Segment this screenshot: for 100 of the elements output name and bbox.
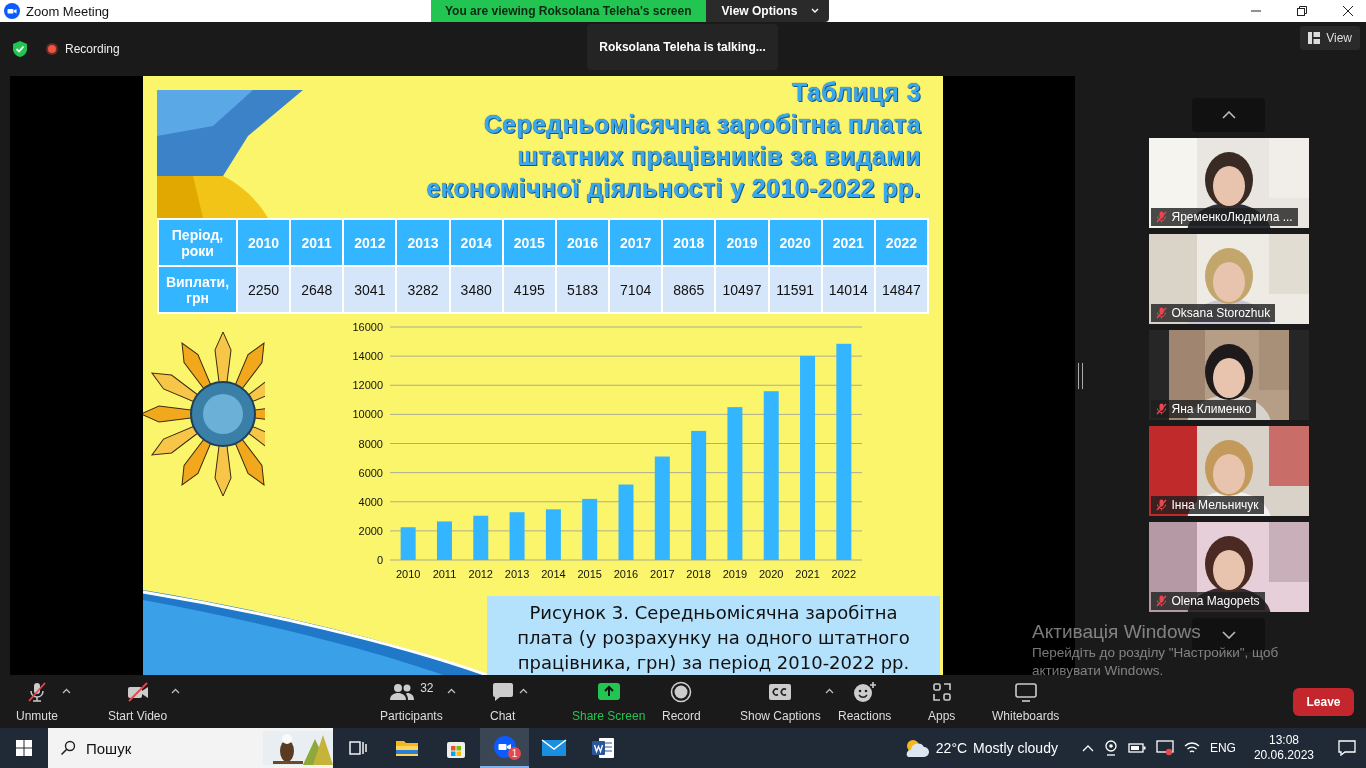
reactions-button[interactable]: Reactions — [838, 680, 892, 723]
notification-badge: 1 — [508, 747, 521, 760]
whiteboard-icon — [1013, 682, 1038, 702]
captions-button[interactable]: Show Captions — [740, 680, 821, 723]
table-header-cell: 2018 — [663, 220, 715, 265]
word-icon — [590, 737, 615, 759]
resize-handle[interactable] — [1077, 362, 1083, 389]
table-header-cell: Виплати, грн — [159, 267, 236, 312]
participant-name: ЯременкоЛюдмила ... — [1171, 210, 1293, 224]
task-view-icon — [348, 739, 367, 757]
table-cell: 2648 — [291, 267, 343, 312]
language-indicator[interactable]: ENG — [1209, 741, 1236, 755]
caret-icon[interactable] — [62, 688, 72, 694]
share-button[interactable]: Share Screen — [572, 680, 646, 723]
restore-icon[interactable] — [1296, 5, 1308, 17]
x-tick-label: 2015 — [577, 568, 602, 580]
x-tick-label: 2013 — [504, 568, 530, 580]
x-tick-label: 2021 — [795, 568, 820, 580]
whiteboards-button[interactable]: Whiteboards — [992, 680, 1060, 723]
search-field[interactable]: Пошук — [48, 728, 333, 768]
participant-name: Інна Мельничук — [1171, 498, 1259, 512]
x-tick-label: 2012 — [468, 568, 493, 580]
notifications-icon[interactable] — [1338, 740, 1356, 756]
table-cell: 7104 — [610, 267, 662, 312]
caret-icon[interactable] — [824, 688, 834, 694]
record-button[interactable]: Record — [662, 680, 701, 723]
zoom-logo-icon — [4, 3, 20, 19]
video-tile[interactable]: Olena Magopets — [1148, 522, 1309, 612]
table-header-cell: 2017 — [610, 220, 662, 265]
recording-label[interactable]: Recording — [65, 42, 120, 56]
cc-icon — [769, 684, 792, 700]
video-tile[interactable]: ЯременкоЛюдмила ... — [1148, 138, 1309, 228]
caret-icon[interactable] — [171, 688, 181, 694]
activation-text: Перейдіть до розділу "Настройки", щоб активувати Windows. — [1032, 644, 1280, 680]
chart-bar — [473, 515, 489, 560]
leave-button[interactable]: Leave — [1293, 687, 1354, 716]
video-tile[interactable]: Oksana Storozhuk — [1148, 234, 1309, 324]
chat-bubble-icon — [491, 682, 514, 702]
weather-temperature: 22°C — [935, 740, 968, 756]
view-button[interactable]: View — [1300, 26, 1360, 50]
caret-icon[interactable] — [446, 688, 456, 694]
figure-caption: Рисунок 3. Середньомісячна заробітна плата (у розрахунку на одного штатного працівника, грн) за період 2010-2022 рр. — [487, 596, 940, 675]
wifi-icon[interactable] — [1183, 741, 1200, 755]
table-cell: 2250 — [238, 267, 290, 312]
participants-button[interactable]: 32 Participants — [380, 680, 443, 723]
battery-icon[interactable] — [1127, 742, 1146, 754]
table-header-cell: 2020 — [769, 220, 821, 265]
x-tick-label: 2011 — [432, 568, 457, 580]
view-options-button[interactable]: View Options — [705, 0, 830, 22]
chart-bar — [400, 527, 416, 560]
zoom-taskbar-button[interactable]: 1 — [480, 728, 529, 768]
table-header-cell: 2016 — [556, 220, 609, 265]
caret-icon — [811, 8, 820, 14]
activation-title: Активація Windows — [1032, 620, 1201, 644]
x-tick-label: 2010 — [395, 568, 421, 580]
shield-icon[interactable] — [12, 40, 28, 58]
windows-start-icon[interactable] — [16, 740, 32, 756]
chat-button[interactable]: Chat — [490, 680, 516, 723]
table-cell: 3480 — [450, 267, 502, 312]
clock[interactable]: 13:08 20.06.2023 — [1253, 733, 1314, 763]
folder-icon — [394, 738, 419, 758]
mail-icon — [540, 738, 567, 758]
table-header-cell: 2013 — [397, 220, 449, 265]
table-cell: 3041 — [344, 267, 396, 312]
x-tick-label: 2018 — [686, 568, 711, 580]
table-header-cell: 2019 — [716, 220, 768, 265]
video-tile[interactable]: Яна Клименко — [1148, 330, 1309, 420]
smiley-icon — [852, 681, 877, 703]
window-title: Zoom Meeting — [26, 3, 110, 19]
slide-title-line: Середньомісячна заробітна плата — [483, 109, 921, 140]
apps-icon — [931, 682, 952, 702]
table-cell: 10497 — [716, 267, 768, 312]
webcam-icon[interactable] — [1103, 740, 1118, 756]
record-icon — [670, 681, 693, 703]
chevron-down-icon — [1221, 631, 1236, 639]
table-header-cell: Період, роки — [159, 220, 236, 265]
chevron-up-icon[interactable] — [1081, 744, 1094, 752]
table-header-cell: 2011 — [291, 220, 343, 265]
table-cell: 3282 — [397, 267, 449, 312]
table-header-cell: 2014 — [450, 220, 502, 265]
chart-bar — [509, 512, 525, 560]
table-cell: 14014 — [822, 267, 874, 312]
mic-button[interactable]: Unmute — [16, 680, 59, 723]
monitor-alert-icon[interactable] — [1155, 740, 1174, 756]
y-tick-label: 10000 — [352, 408, 383, 421]
x-tick-label: 2016 — [613, 568, 639, 580]
slide-title-line: штатних працівників за видами — [517, 141, 921, 172]
video-tile[interactable]: Інна Мельничук — [1148, 426, 1309, 516]
weather-widget[interactable]: 22°C Mostly cloudy — [901, 738, 1058, 758]
y-tick-label: 16000 — [352, 321, 383, 333]
close-icon[interactable] — [1342, 5, 1354, 17]
apps-button[interactable]: Apps — [928, 680, 956, 723]
caret-icon[interactable] — [519, 688, 529, 694]
share-screen-icon — [596, 682, 621, 702]
x-tick-label: 2014 — [541, 568, 566, 580]
x-tick-label: 2020 — [759, 568, 784, 580]
search-input[interactable]: Пошук — [84, 738, 258, 758]
talking-tooltip: Roksolana Teleha is talking... — [587, 24, 778, 70]
slide-title-line: економічної діяльності у 2010-2022 рр. — [426, 173, 921, 204]
video-button[interactable]: Start Video — [108, 680, 168, 723]
